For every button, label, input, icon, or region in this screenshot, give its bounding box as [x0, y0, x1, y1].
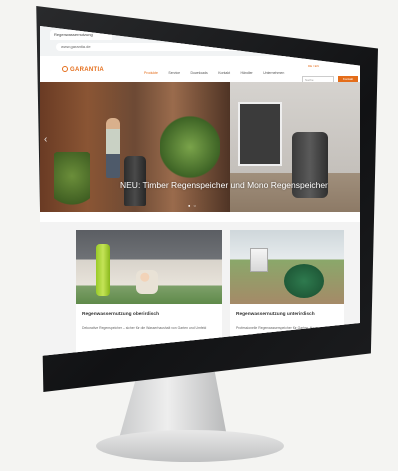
slider-dots[interactable]: ● ○: [188, 203, 197, 208]
logo-icon: [62, 66, 68, 72]
person-image: [106, 118, 120, 178]
menu-item-kontakt[interactable]: Kontakt: [218, 71, 230, 75]
menu-item-service[interactable]: Service: [168, 71, 180, 75]
menu-item-produkte[interactable]: Produkte: [144, 71, 158, 75]
people-image: [136, 270, 158, 294]
menu-item-unternehmen[interactable]: Unternehmen: [263, 71, 284, 75]
menu-item-downloads[interactable]: Downloads: [190, 71, 207, 75]
window-image: [238, 102, 282, 166]
slider-prev-icon[interactable]: ‹: [44, 134, 47, 145]
logo-text: GARANTIA: [70, 67, 105, 73]
plant-image: [160, 112, 220, 182]
hero-image-right: [230, 82, 360, 212]
main-menu: Produkte Service Downloads Kontakt Händl…: [144, 70, 293, 76]
menu-item-haendler[interactable]: Händler: [240, 71, 252, 75]
site-header: GARANTIA DE / EN Produkte Service Downlo…: [40, 56, 360, 84]
monitor-stand-base: [96, 430, 284, 462]
site-logo[interactable]: GARANTIA: [62, 66, 104, 73]
screen: Regenwassernutzung www.garantia.de GARAN…: [40, 26, 360, 356]
language-switch[interactable]: DE / EN: [308, 64, 319, 68]
card-image: [230, 230, 344, 304]
washing-machine-image: [250, 248, 268, 272]
cistern-image: [284, 264, 324, 298]
card-image: [76, 230, 222, 304]
hero-caption: NEU: Timber Regenspeicher und Mono Regen…: [120, 180, 328, 190]
hero-image-left: [40, 82, 230, 212]
card-title: Regenwassernutzung unterirdisch: [236, 312, 315, 317]
plant-image: [54, 152, 90, 212]
teaser-card-oberirdisch[interactable]: Regenwassernutzung oberirdisch Dekorativ…: [76, 230, 222, 356]
card-text: Dekorative Regenspeicher – sicher für di…: [82, 326, 207, 330]
monitor: Regenwassernutzung www.garantia.de GARAN…: [0, 0, 398, 471]
planter-tank-image: [96, 244, 110, 296]
hero-slider[interactable]: ‹ NEU: Timber Regenspeicher und Mono Reg…: [40, 82, 360, 212]
card-title: Regenwassernutzung oberirdisch: [82, 312, 160, 317]
